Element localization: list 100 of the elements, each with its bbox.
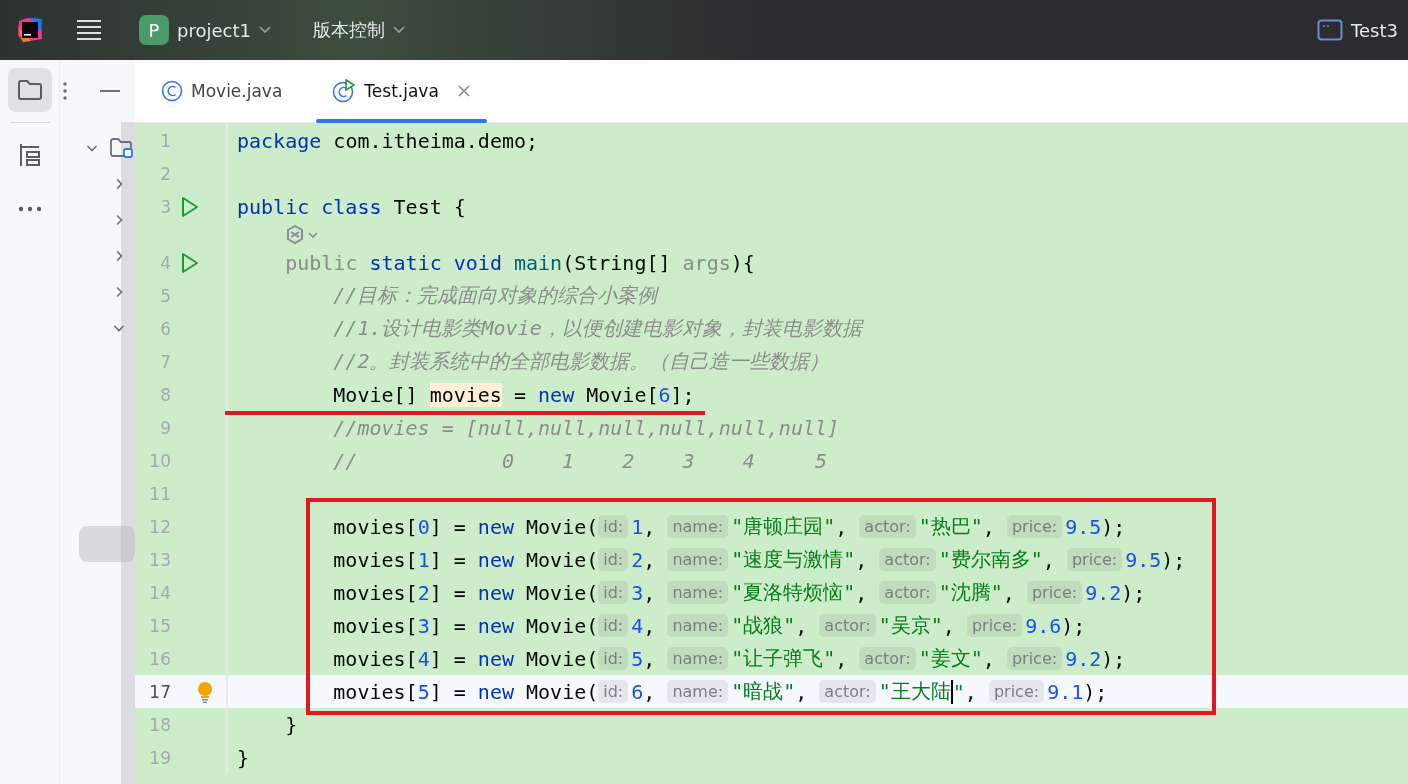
line-number: 4	[159, 252, 171, 273]
code-text: ] =	[429, 514, 467, 539]
code-text: );	[1101, 646, 1126, 671]
class-icon	[161, 80, 183, 102]
dropdown-chevron-icon[interactable]	[258, 26, 271, 34]
line-number: 11	[148, 483, 171, 504]
parameter-hint: id:	[598, 647, 629, 670]
keyword: new	[477, 646, 514, 671]
folder-icon	[16, 79, 43, 101]
code-text: ,	[982, 514, 996, 539]
string-literal: "热巴"	[918, 513, 983, 540]
keyword: new	[477, 613, 514, 638]
number-literal: 9.5	[1125, 547, 1162, 572]
keyword: public class	[237, 194, 382, 219]
run-icon[interactable]	[180, 195, 200, 218]
lightbulb-icon[interactable]	[196, 680, 214, 703]
parameter-hint: actor:	[819, 614, 876, 637]
code-text: }	[237, 745, 250, 770]
parameter-hint: actor:	[859, 647, 916, 670]
code-text: ] =	[429, 580, 467, 605]
number-literal: 4	[631, 613, 644, 638]
parameter-hint: price:	[988, 680, 1045, 703]
string-literal: "唐顿庄园"	[731, 513, 836, 540]
code-text: public	[285, 250, 358, 275]
code-text: Movie(	[526, 580, 599, 605]
code-text: movies	[429, 382, 502, 407]
number-literal: 9.5	[1065, 514, 1102, 539]
file-tab[interactable]: Movie.java	[145, 60, 299, 122]
code-text: ,	[835, 514, 849, 539]
parameter-hint: name:	[667, 581, 729, 604]
code-text: ,	[964, 679, 978, 704]
code-text: );	[1083, 679, 1108, 704]
string-literal: "夏洛特烦恼"	[731, 579, 856, 606]
code-text: movies[	[333, 679, 418, 704]
comment: //目标：完成面向对象的综合小案例	[333, 282, 658, 309]
line-number: 19	[148, 747, 171, 768]
parameter-hint: id:	[598, 680, 629, 703]
vcs-menu[interactable]: 版本控制	[312, 18, 385, 42]
number-literal: 3	[631, 580, 644, 605]
code-text: Movie(	[526, 547, 599, 572]
code-text: Movie(	[526, 514, 599, 539]
parameter-hint: price:	[1006, 647, 1063, 670]
code-text: );	[1061, 613, 1086, 638]
code-text: (String[]	[562, 250, 672, 275]
project-name[interactable]: project1	[177, 19, 251, 41]
number-literal: 5	[631, 646, 644, 671]
parameter-hint: name:	[667, 680, 729, 703]
code-text: );	[1101, 514, 1126, 539]
string-literal: "暗战"	[731, 678, 796, 705]
code-text: );	[1121, 580, 1146, 605]
parameter-hint: actor:	[819, 680, 876, 703]
line-number: 8	[159, 384, 171, 405]
code-text: ,	[643, 646, 657, 671]
app-logo[interactable]	[17, 17, 43, 43]
code-text: ,	[795, 679, 809, 704]
line-number: 6	[159, 318, 171, 339]
close-icon[interactable]	[456, 84, 471, 98]
code-text: ,	[835, 646, 849, 671]
string-literal: "战狼"	[731, 612, 796, 639]
comment: //2。封装系统中的全部电影数据。（自己造一些数据）	[333, 348, 830, 375]
code-text: movies[	[333, 646, 418, 671]
line-number: 2	[159, 163, 171, 184]
parameter-hint: id:	[598, 548, 629, 571]
parameter-hint: name:	[667, 614, 729, 637]
code-text: ] =	[429, 613, 467, 638]
code-text: Movie[	[586, 382, 659, 407]
project-avatar: P	[139, 15, 169, 45]
parameter-hint: price:	[1026, 581, 1083, 604]
number-literal: 9.1	[1047, 679, 1084, 704]
code-text: ,	[643, 613, 657, 638]
line-number: 18	[148, 714, 171, 735]
options-icon[interactable]	[63, 82, 67, 100]
code-text: ,	[1002, 580, 1016, 605]
number-literal: 2	[417, 580, 430, 605]
line-number: 14	[148, 582, 171, 603]
number-literal: 9.2	[1065, 646, 1102, 671]
code-text: ,	[643, 679, 657, 704]
line-number: 5	[159, 285, 171, 306]
more-icon	[17, 206, 42, 212]
file-tab[interactable]: Test.java	[316, 60, 487, 122]
code-text: ] =	[429, 679, 467, 704]
code-text: ,	[855, 547, 869, 572]
dropdown-chevron-icon[interactable]	[392, 26, 405, 34]
run-icon[interactable]	[180, 251, 200, 274]
parameter-hint: name:	[667, 548, 729, 571]
parameter-hint: id:	[598, 614, 629, 637]
parameter-hint: price:	[1006, 515, 1063, 538]
parameter-hint: id:	[598, 515, 629, 538]
folder-tool-button[interactable]	[7, 68, 52, 112]
structure-icon	[17, 142, 42, 168]
folder-icon	[110, 137, 134, 159]
number-literal: 6	[631, 679, 644, 704]
menu-icon[interactable]	[76, 19, 102, 41]
code-text: ] =	[429, 547, 467, 572]
code-text: ,	[942, 613, 956, 638]
number-literal: 9.2	[1085, 580, 1122, 605]
keyword: new	[538, 382, 575, 407]
keyword: new	[477, 547, 514, 572]
line-number: 10	[148, 450, 171, 471]
run-configuration[interactable]: Test3	[1351, 19, 1398, 41]
